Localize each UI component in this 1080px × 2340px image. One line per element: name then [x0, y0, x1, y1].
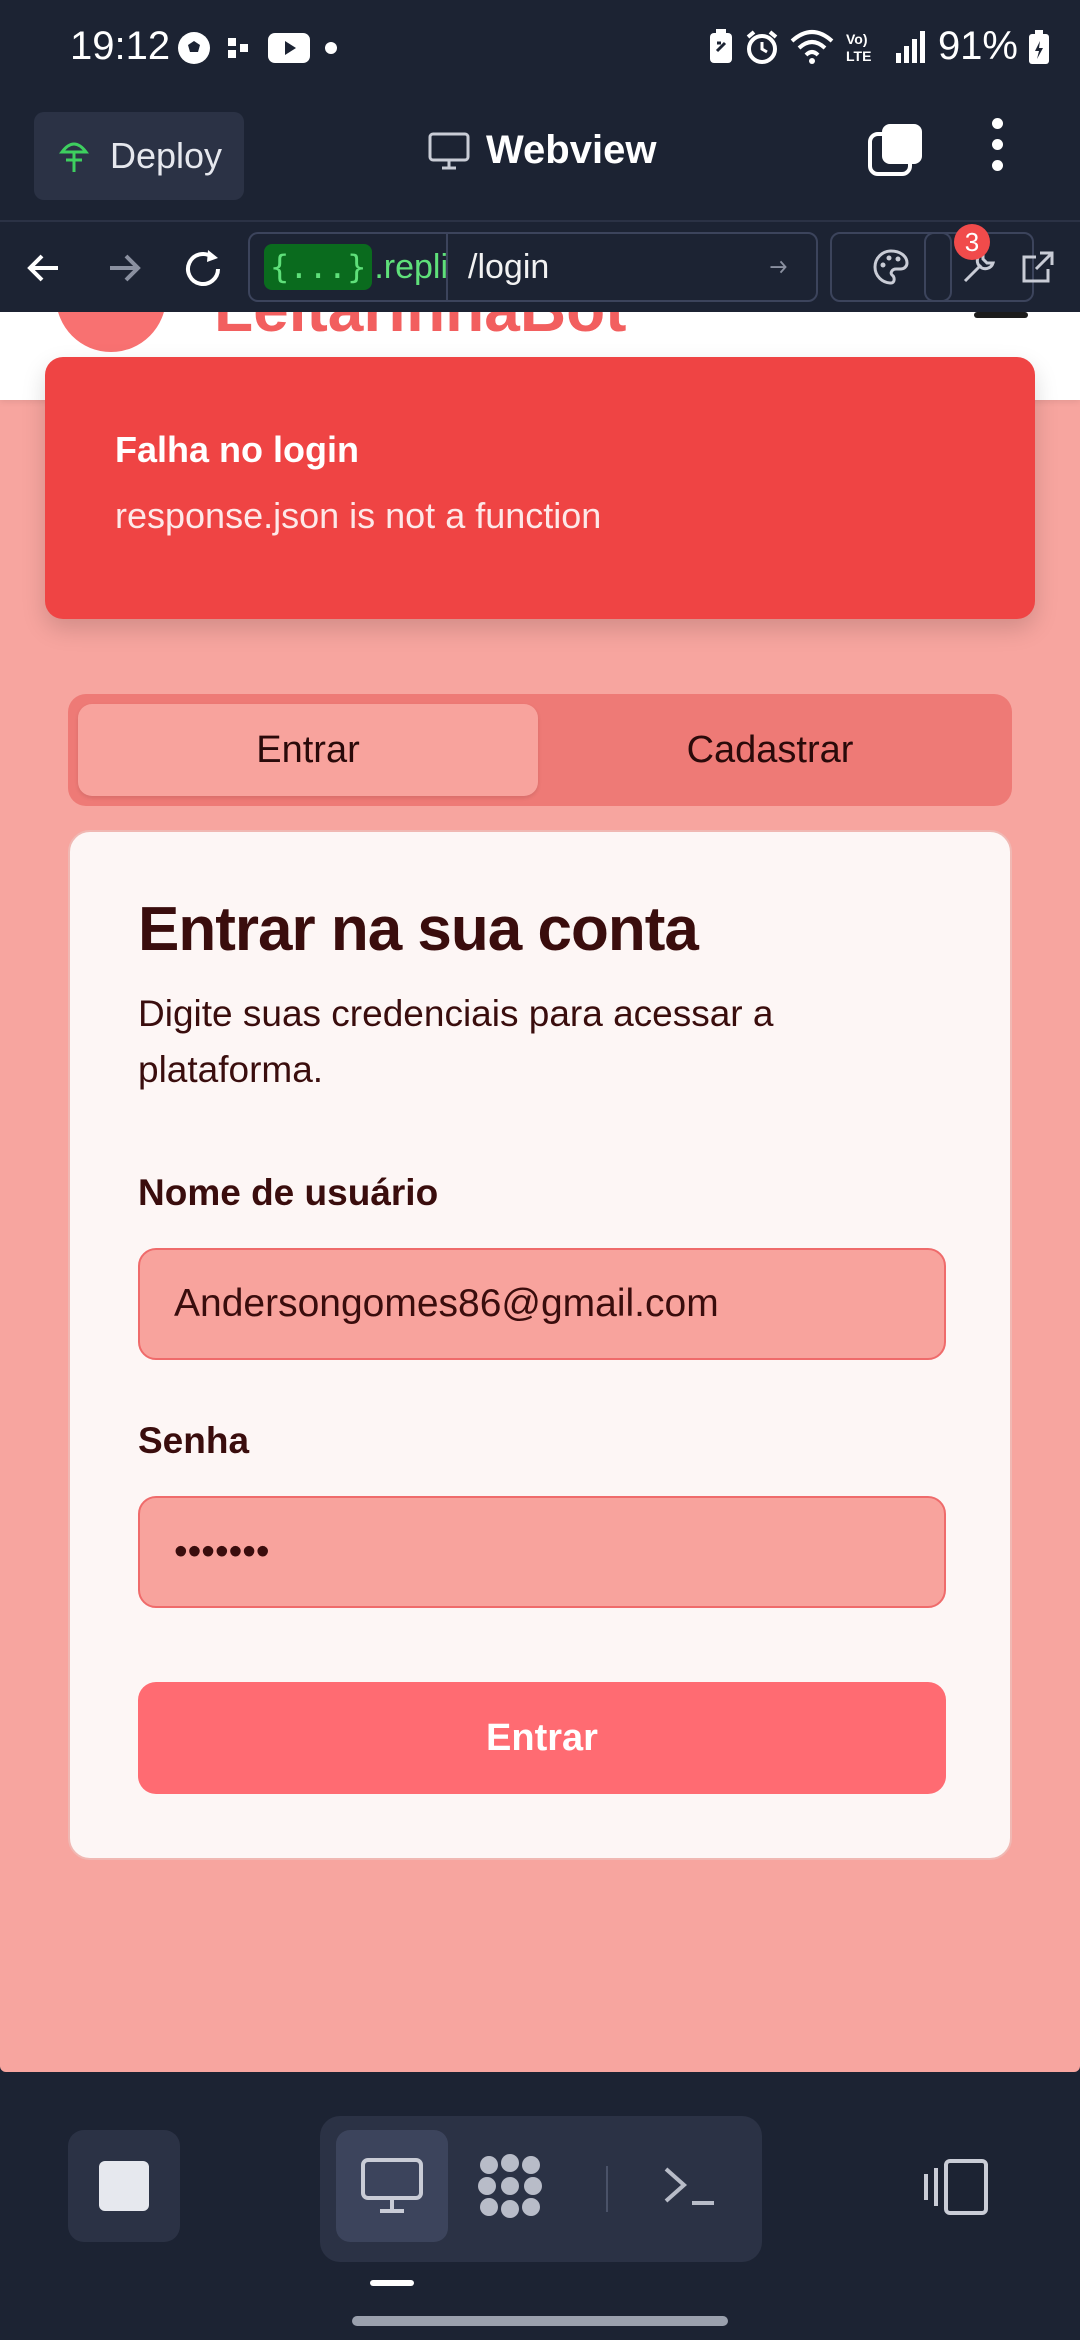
battery-icon	[1029, 29, 1049, 64]
card-description: Digite suas credenciais para acessar a p…	[138, 993, 774, 1090]
nav-indicator	[370, 2280, 414, 2286]
switcher-divider	[606, 2166, 608, 2212]
palette-icon	[873, 249, 909, 285]
reload-icon[interactable]	[182, 248, 224, 290]
monitor-icon	[428, 132, 470, 169]
tab-register[interactable]: Cadastrar	[540, 704, 1000, 796]
alarm-icon	[746, 29, 778, 64]
login-submit-button[interactable]: Entrar	[138, 1682, 946, 1794]
volte-icon: Vo)LTE	[846, 31, 871, 64]
status-left-icons	[176, 30, 338, 66]
toast-title: Falha no login	[115, 429, 359, 470]
tabs-icon[interactable]	[866, 120, 928, 182]
status-bar: 19:12 Vo) LTE 91%	[0, 0, 1080, 98]
home-indicator[interactable]	[352, 2316, 728, 2326]
toast-message: response.json is not a function	[115, 495, 602, 536]
url-host: {...} .replit.c	[250, 234, 448, 300]
terminal-icon	[664, 2167, 714, 2205]
panel-toggle-icon[interactable]	[922, 2158, 990, 2216]
password-input[interactable]	[138, 1496, 946, 1608]
url-host-badge: {...}	[264, 244, 373, 290]
url-path: /login	[468, 247, 550, 286]
error-toast[interactable]: Falha no login response.json is not a fu…	[45, 357, 1035, 619]
open-external-button[interactable]	[1002, 232, 1074, 302]
deploy-icon	[58, 142, 90, 172]
wifi-icon	[790, 29, 834, 64]
more-options-icon[interactable]	[982, 118, 1012, 178]
stop-button[interactable]	[68, 2130, 180, 2242]
external-link-icon	[1022, 251, 1054, 283]
auth-tabs: Entrar Cadastrar	[68, 694, 1012, 806]
go-arrow-icon[interactable]	[768, 252, 816, 282]
view-switcher	[320, 2116, 762, 2262]
card-title: Entrar na sua conta	[138, 895, 699, 964]
username-label: Nome de usuário	[138, 1172, 439, 1213]
stop-icon	[99, 2161, 149, 2211]
url-host-domain: .replit.c	[374, 247, 448, 286]
agent-icon	[478, 2154, 542, 2218]
back-arrow-icon[interactable]	[24, 248, 64, 288]
webview-view-button[interactable]	[336, 2130, 448, 2242]
url-bar: {...} .replit.c /login	[0, 220, 1080, 312]
app-top-bar: Deploy Webview	[0, 98, 1080, 220]
status-right-icons: Vo) LTE 91%	[708, 24, 1050, 69]
deploy-label: Deploy	[110, 135, 223, 176]
password-label: Senha	[138, 1420, 250, 1461]
agent-view-button[interactable]	[454, 2130, 566, 2242]
signal-icon	[895, 30, 925, 63]
webview-title-label: Webview	[486, 128, 657, 172]
site-logo[interactable]: LeitarinhaBot	[214, 312, 626, 346]
shell-view-button[interactable]	[634, 2130, 746, 2242]
login-card: Entrar na sua conta Digite suas credenci…	[68, 830, 1012, 1860]
logo-mark	[56, 312, 166, 352]
svg-text:Vo): Vo)	[846, 31, 868, 47]
battery-saver-icon	[709, 28, 732, 63]
svg-text:LTE: LTE	[846, 48, 871, 64]
webview-tab-title: Webview	[428, 128, 656, 173]
youtube-icon	[268, 33, 310, 63]
logo-text: LeitarinhaBot	[214, 312, 626, 345]
tab-login[interactable]: Entrar	[78, 704, 538, 796]
menu-icon[interactable]	[974, 312, 1028, 318]
soccer-ball-icon	[178, 32, 210, 64]
webview: LeitarinhaBot Falha no login response.js…	[0, 312, 1080, 2072]
battery-percent: 91%	[937, 24, 1018, 68]
monitor-icon	[361, 2158, 423, 2213]
forward-arrow-icon[interactable]	[104, 248, 144, 288]
status-time: 19:12	[70, 24, 171, 68]
deploy-button[interactable]: Deploy	[34, 112, 244, 200]
dot-icon	[325, 42, 337, 54]
dots-icon	[228, 38, 248, 58]
app-bottom-bar	[0, 2072, 1080, 2340]
url-input[interactable]: {...} .replit.c /login	[248, 232, 818, 302]
username-input[interactable]	[138, 1248, 946, 1360]
notification-badge: 3	[954, 224, 990, 260]
